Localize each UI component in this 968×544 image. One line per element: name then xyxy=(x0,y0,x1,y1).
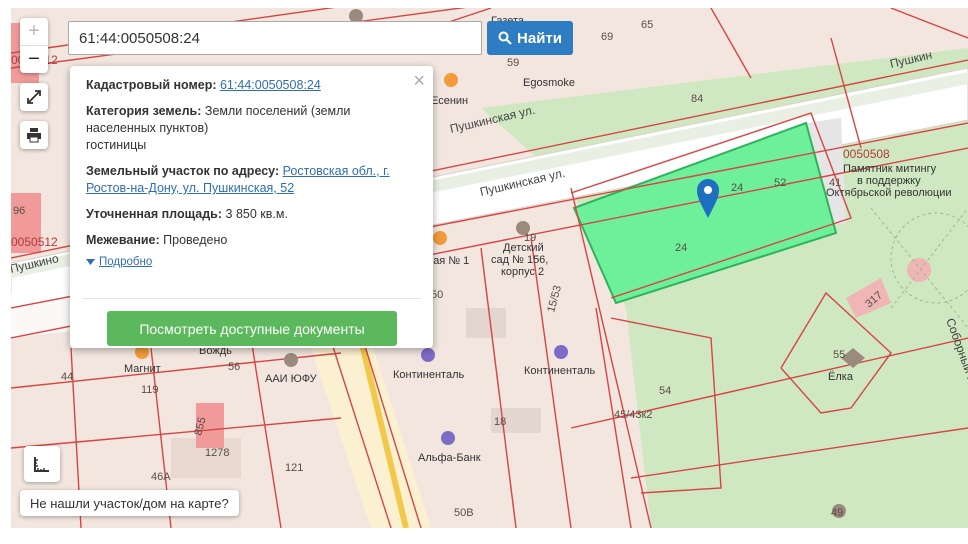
house-number: 18 xyxy=(494,416,506,428)
block-label: 0050512 xyxy=(11,235,58,249)
house-number: 54 xyxy=(659,385,671,397)
area-value: 3 850 кв.м. xyxy=(225,207,288,221)
survey-row: Межевание: Проведено xyxy=(86,232,417,249)
expand-icon xyxy=(27,90,41,104)
poi-label: ААИ ЮФУ xyxy=(265,373,318,385)
measure-button[interactable] xyxy=(24,446,60,482)
house-number: 84 xyxy=(691,93,703,105)
school-icon xyxy=(433,231,447,245)
house-number: 56 xyxy=(228,361,240,373)
house-number: 65 xyxy=(641,19,653,31)
house-number: 19 xyxy=(524,232,536,244)
printer-icon xyxy=(27,128,41,143)
zoom-in-button[interactable]: + xyxy=(20,18,48,46)
cadastral-label: Кадастровый номер: xyxy=(86,78,217,92)
poi-label: в поддержку xyxy=(857,175,921,187)
map-frame[interactable]: 0050512 0050512 0050508 Пушкинская ул. П… xyxy=(11,8,968,528)
bank-icon xyxy=(441,431,455,445)
house-number: 50В xyxy=(454,507,474,519)
house-number: 41 xyxy=(829,177,841,189)
parcel-info-popup: × Кадастровый номер: 61:44:0050508:24 Ка… xyxy=(70,66,433,348)
poi-label: Континенталь xyxy=(393,369,465,381)
poi-label: сад № 156, xyxy=(491,254,548,266)
house-number: 49 xyxy=(831,507,843,519)
house-number: 46А xyxy=(151,471,171,483)
house-number: 15/53 xyxy=(545,284,564,314)
address-label: Земельный участок по адресу: xyxy=(86,164,280,178)
search-button[interactable]: Найти xyxy=(487,21,573,55)
house-number: 24 xyxy=(675,242,687,254)
house-number: 52 xyxy=(774,177,786,189)
poi-label: Магнит xyxy=(124,363,161,375)
cadastral-row: Кадастровый номер: 61:44:0050508:24 xyxy=(86,77,417,94)
details-toggle[interactable]: Подробно xyxy=(86,256,417,268)
house-number: 69 xyxy=(601,31,613,43)
search-icon xyxy=(498,31,512,45)
not-found-button[interactable]: Не нашли участок/дом на карте? xyxy=(20,490,239,516)
poi-label: Ёлка xyxy=(828,371,854,383)
category-label: Категория земель: xyxy=(86,104,202,118)
house-number: 55 xyxy=(833,349,845,361)
house-number: 1278 xyxy=(205,447,229,459)
address-link[interactable]: Ростовская обл., г. xyxy=(283,164,390,178)
chevron-down-icon xyxy=(86,259,95,265)
ruler-icon xyxy=(34,457,49,472)
house-number: 45/43к2 xyxy=(614,409,652,421)
poi-label: Памятник митингу xyxy=(843,163,937,175)
search-button-label: Найти xyxy=(517,29,562,47)
details-label: Подробно xyxy=(99,256,153,268)
print-button[interactable] xyxy=(20,121,48,149)
zoom-out-button[interactable]: − xyxy=(20,46,48,73)
search-input[interactable] xyxy=(68,21,482,55)
house-number: 121 xyxy=(285,462,303,474)
building xyxy=(466,308,506,338)
address-link-2[interactable]: Ростов-на-Дону, ул. Пушкинская, 52 xyxy=(86,181,294,195)
house-number: 24 xyxy=(731,182,743,194)
category-value: Земли поселений (земли xyxy=(204,104,351,118)
university-icon xyxy=(284,353,298,367)
poi-label: Альфа-Банк xyxy=(418,452,481,464)
house-number: 96 xyxy=(13,205,25,217)
view-documents-button[interactable]: Посмотреть доступные документы xyxy=(107,311,397,346)
survey-label: Межевание: xyxy=(86,233,160,247)
bar-icon xyxy=(444,73,458,87)
poi-label: Октябрьской революции xyxy=(826,187,951,199)
hotel-icon xyxy=(554,345,568,359)
fullscreen-button[interactable] xyxy=(20,83,48,111)
house-number: 44 xyxy=(61,371,73,383)
house-number: 59 xyxy=(507,57,519,69)
area-label: Уточненная площадь: xyxy=(86,207,223,221)
continental-icon xyxy=(421,348,435,362)
address-row: Земельный участок по адресу: Ростовская … xyxy=(86,163,417,197)
area-row: Уточненная площадь: 3 850 кв.м. xyxy=(86,206,417,223)
poi-label: Континенталь xyxy=(524,365,596,377)
zoom-control: + − xyxy=(20,18,48,73)
block-label: 0050508 xyxy=(843,147,890,161)
poi-label: Есенин xyxy=(431,95,468,107)
divider xyxy=(82,298,421,299)
category-value-2: населенных пунктов) xyxy=(86,121,209,135)
poi-label: корпус 2 xyxy=(501,266,544,278)
cadastral-link[interactable]: 61:44:0050508:24 xyxy=(220,78,321,92)
poi-label: Egosmoke xyxy=(523,77,575,89)
survey-value: Проведено xyxy=(163,233,228,247)
category-row: Категория земель: Земли поселений (земли… xyxy=(86,103,417,154)
category-value-3: гостиницы xyxy=(86,138,147,152)
close-icon[interactable]: × xyxy=(413,70,425,93)
house-number: 119 xyxy=(141,384,159,396)
